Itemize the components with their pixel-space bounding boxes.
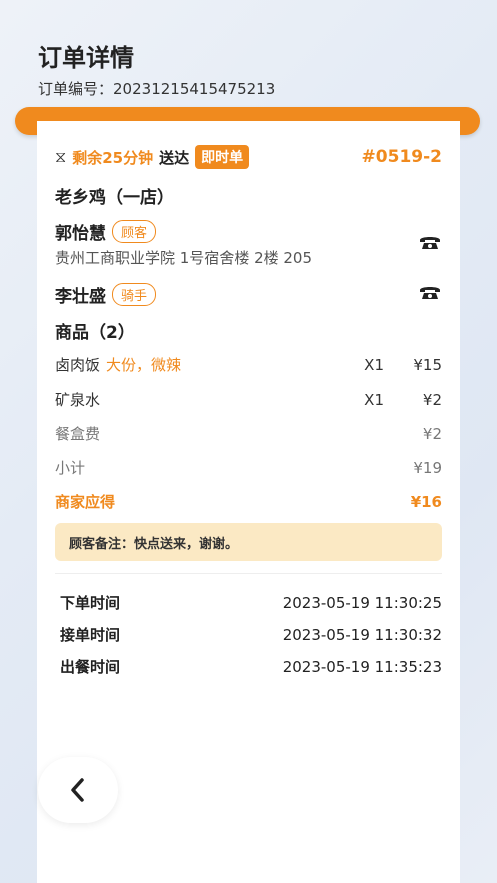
box-fee-value: ¥2 [422, 424, 442, 443]
merchant-due-label: 商家应得 [55, 493, 116, 511]
time-label: 出餐时间 [60, 658, 121, 676]
call-rider-phone-icon[interactable] [418, 283, 442, 301]
rider-name: 李壮盛 [55, 287, 106, 307]
box-fee-label: 餐盒费 [55, 425, 101, 443]
time-value: 2023-05-19 11:30:25 [282, 593, 442, 612]
time-label: 接单时间 [60, 626, 121, 644]
order-number-value: 20231215415475213 [113, 80, 276, 98]
shop-name: 老乡鸡（一店） [55, 188, 174, 208]
customer-name: 郭怡慧 [55, 224, 106, 244]
customer-note: 顾客备注：快点送来，谢谢。 [55, 523, 442, 561]
rider-badge: 骑手 [112, 283, 157, 306]
order-serial: #0519-2 [361, 147, 442, 167]
subtotal-row: 小计 ¥19 [55, 457, 442, 478]
time-label: 下单时间 [60, 594, 121, 612]
time-value: 2023-05-19 11:35:23 [282, 657, 442, 676]
goods-title: 商品（2） [55, 323, 135, 343]
rider-row: 李壮盛 骑手 [55, 282, 442, 307]
shop-row: 老乡鸡（一店） [55, 183, 442, 208]
goods-item-qty: X1 [364, 355, 384, 374]
instant-order-badge: 即时单 [195, 145, 250, 169]
delivery-status-row: ⧖ 剩余25分钟 送达 即时单 #0519-2 [55, 145, 442, 169]
time-value: 2023-05-19 11:30:32 [282, 625, 442, 644]
customer-address: 贵州工商职业学院 1号宿舍楼 2楼 205 [55, 249, 313, 267]
order-number-label: 订单编号： [38, 80, 114, 98]
goods-item-qty: X1 [364, 390, 384, 409]
customer-address-row: 贵州工商职业学院 1号宿舍楼 2楼 205 [55, 247, 442, 268]
goods-item-name: 卤肉饭 [55, 356, 101, 374]
goods-item-price: ¥2 [422, 390, 442, 409]
hourglass-icon: ⧖ [55, 147, 67, 166]
time-row: 接单时间 2023-05-19 11:30:32 [55, 624, 442, 645]
subtotal-label: 小计 [55, 459, 86, 477]
call-customer-phone-icon[interactable] [418, 233, 442, 251]
box-fee-row: 餐盒费 ¥2 [55, 423, 442, 444]
subtotal-value: ¥19 [413, 458, 442, 477]
merchant-due-value: ¥16 [410, 492, 442, 511]
chevron-left-icon [71, 778, 84, 802]
goods-title-row: 商品（2） [55, 318, 442, 343]
back-button[interactable] [38, 757, 118, 823]
divider [55, 573, 442, 574]
time-row: 出餐时间 2023-05-19 11:35:23 [55, 656, 442, 677]
goods-item: 卤肉饭 大份，微辣 X1 ¥15 [55, 354, 442, 375]
goods-item: 矿泉水 X1 ¥2 [55, 389, 442, 410]
customer-badge: 顾客 [112, 220, 157, 243]
goods-item-name: 矿泉水 [55, 391, 101, 409]
goods-item-price: ¥15 [413, 355, 442, 374]
goods-item-spec: 大份，微辣 [106, 356, 182, 374]
customer-row: 郭怡慧 顾客 [55, 219, 442, 244]
time-row: 下单时间 2023-05-19 11:30:25 [55, 592, 442, 613]
order-number: 订单编号：20231215415475213 [38, 78, 275, 99]
page-title: 订单详情 [38, 44, 134, 72]
countdown-text: 剩余25分钟 [72, 148, 154, 167]
deliver-text: 送达 [159, 148, 190, 167]
merchant-due-row: 商家应得 ¥16 [55, 491, 442, 512]
